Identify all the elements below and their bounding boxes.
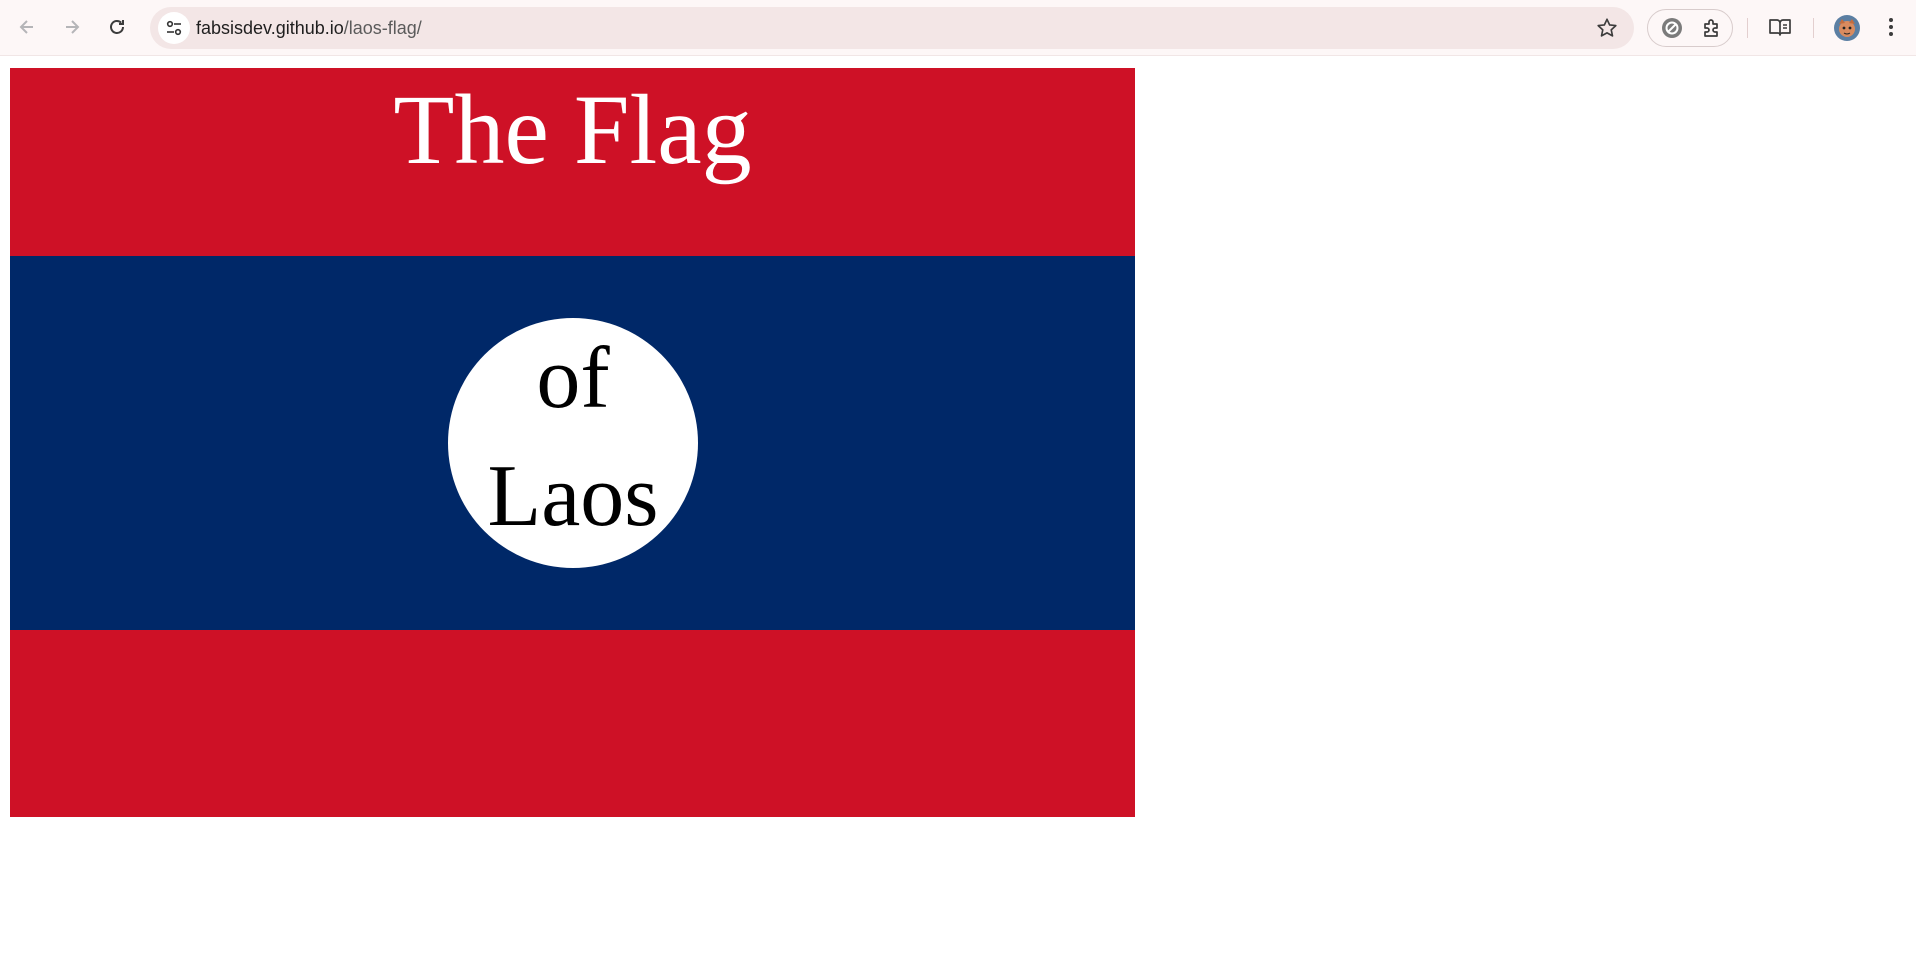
url-path: /laos-flag/ bbox=[343, 18, 422, 38]
browser-toolbar: fabsisdev.github.io/laos-flag/ bbox=[0, 0, 1916, 56]
forward-button[interactable] bbox=[55, 10, 89, 44]
extension-button[interactable] bbox=[1658, 14, 1686, 42]
kebab-menu-icon bbox=[1889, 18, 1893, 36]
flag-white-disc: of Laos bbox=[448, 318, 698, 568]
url-host: fabsisdev.github.io bbox=[196, 18, 344, 38]
arrow-right-icon bbox=[66, 20, 80, 34]
toolbar-divider bbox=[1747, 18, 1748, 38]
extensions-area bbox=[1647, 9, 1733, 47]
disc-text-line-2: Laos bbox=[487, 448, 659, 545]
disc-text-line-1: of bbox=[536, 330, 610, 427]
extensions-button[interactable] bbox=[1698, 14, 1726, 42]
site-info-button[interactable] bbox=[158, 12, 190, 44]
url-text[interactable]: fabsisdev.github.io/laos-flag/ bbox=[196, 18, 422, 39]
browser-menu-button[interactable] bbox=[1876, 10, 1906, 44]
blocked-extension-icon bbox=[1662, 18, 1682, 38]
reload-button[interactable] bbox=[100, 10, 134, 44]
star-icon bbox=[1597, 18, 1617, 37]
address-bar[interactable]: fabsisdev.github.io/laos-flag/ bbox=[150, 7, 1634, 49]
arrow-left-icon bbox=[19, 20, 33, 34]
reload-icon bbox=[110, 20, 124, 34]
flag-bottom-red-stripe bbox=[10, 630, 1135, 817]
page-title: The Flag bbox=[393, 74, 752, 185]
bookmark-button[interactable] bbox=[1594, 15, 1620, 41]
book-icon bbox=[1769, 19, 1791, 36]
puzzle-icon bbox=[1704, 19, 1718, 37]
tune-icon bbox=[166, 20, 182, 36]
laos-flag: The Flag of Laos bbox=[10, 68, 1135, 817]
back-button[interactable] bbox=[10, 10, 44, 44]
toolbar-divider bbox=[1813, 18, 1814, 38]
avatar-icon bbox=[1834, 15, 1860, 41]
profile-avatar[interactable] bbox=[1834, 15, 1860, 41]
reading-mode-button[interactable] bbox=[1763, 10, 1797, 44]
